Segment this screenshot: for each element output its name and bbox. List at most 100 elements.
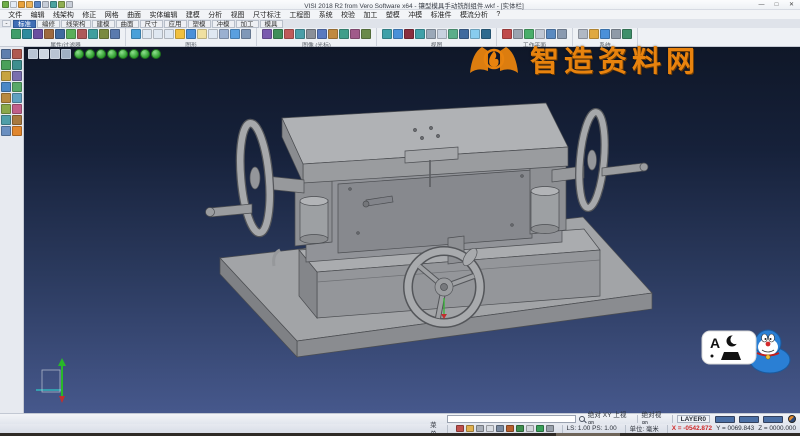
graphics-tool-icon-3[interactable] [164, 29, 174, 39]
sidebar-tool-11[interactable] [1, 104, 11, 114]
filter-tool-icon-5[interactable] [66, 29, 76, 39]
menu-item-5[interactable]: 曲面 [123, 10, 145, 20]
view-list-icon[interactable] [28, 49, 38, 59]
menu-item-19[interactable]: ? [492, 11, 504, 18]
graphics-tool-icon-7[interactable] [208, 29, 218, 39]
sidebar-tool-1[interactable] [1, 49, 11, 59]
filter-tool-icon-1[interactable] [22, 29, 32, 39]
new-file-icon[interactable] [2, 1, 9, 8]
layer-indicator[interactable]: LAYER0 [677, 415, 710, 423]
snap-gray-icon[interactable] [476, 425, 484, 432]
snap-pale-icon[interactable] [526, 425, 534, 432]
view-rotate-4-icon[interactable] [107, 49, 117, 59]
graphics-tool-icon-0[interactable] [131, 29, 141, 39]
import-icon[interactable] [26, 1, 33, 8]
image-tool-icon-7[interactable] [339, 29, 349, 39]
grid-icon[interactable] [546, 425, 554, 432]
snap-slate-icon[interactable] [496, 425, 504, 432]
view-select-icon[interactable] [61, 49, 71, 59]
save-as-icon[interactable] [42, 1, 49, 8]
view-rotate-8-icon[interactable] [151, 49, 161, 59]
filter-tool-icon-0[interactable] [11, 29, 21, 39]
sidebar-tool-15[interactable] [1, 126, 11, 136]
save-icon[interactable] [34, 1, 41, 8]
graphics-tool-icon-4[interactable] [175, 29, 185, 39]
toolbar-tab-6[interactable]: 应用 [164, 20, 187, 28]
toolbar-tab-4[interactable]: 曲面 [116, 20, 139, 28]
sidebar-tool-7[interactable] [1, 82, 11, 92]
menu-item-15[interactable]: 塑模 [382, 10, 404, 20]
menu-item-7[interactable]: 建模 [182, 10, 204, 20]
units-indicator[interactable]: 单位: 毫米 [630, 424, 659, 433]
menu-item-12[interactable]: 系统 [315, 10, 337, 20]
image-tool-icon-8[interactable] [350, 29, 360, 39]
toolbar-collapse-button[interactable]: - [2, 20, 11, 27]
print-icon[interactable] [50, 1, 57, 8]
view-tool-icon-0[interactable] [382, 29, 392, 39]
menu-item-4[interactable]: 网格 [101, 10, 123, 20]
graphics-tool-icon-6[interactable] [197, 29, 207, 39]
redo-icon[interactable] [66, 1, 73, 8]
layer-color-chip-2[interactable] [763, 416, 783, 423]
menu-item-17[interactable]: 标准件 [426, 10, 455, 20]
menu-item-13[interactable]: 校验 [337, 10, 359, 20]
sidebar-tool-10[interactable] [12, 93, 22, 103]
sidebar-tool-12[interactable] [12, 104, 22, 114]
image-tool-icon-1[interactable] [273, 29, 283, 39]
view-wireframe-icon[interactable] [50, 49, 60, 59]
view-rotate-2-icon[interactable] [85, 49, 95, 59]
toolbar-tab-1[interactable]: 编修 [37, 20, 60, 28]
sidebar-tool-4[interactable] [12, 60, 22, 70]
undo-icon[interactable] [58, 1, 65, 8]
snap-red-icon[interactable] [456, 425, 464, 432]
graphics-tool-icon-1[interactable] [142, 29, 152, 39]
view-rotate-1-icon[interactable] [74, 49, 84, 59]
open-folder-icon[interactable] [18, 1, 25, 8]
image-tool-icon-6[interactable] [328, 29, 338, 39]
filter-tool-icon-8[interactable] [99, 29, 109, 39]
menu-item-16[interactable]: 冲模 [404, 10, 426, 20]
view-tool-icon-3[interactable] [415, 29, 425, 39]
menu-item-18[interactable]: 模流分析 [456, 10, 492, 20]
toolbar-tab-0[interactable]: 标准 [13, 20, 36, 28]
menu-item-14[interactable]: 加工 [359, 10, 381, 20]
viewport-3d[interactable] [24, 47, 800, 413]
sidebar-tool-9[interactable] [1, 93, 11, 103]
sidebar-tool-14[interactable] [12, 115, 22, 125]
snap-light-icon[interactable] [486, 425, 494, 432]
toolbar-tab-2[interactable]: 线架构 [61, 20, 91, 28]
toolbar-tab-9[interactable]: 加工 [236, 20, 259, 28]
image-tool-icon-9[interactable] [361, 29, 371, 39]
graphics-tool-icon-9[interactable] [230, 29, 240, 39]
sidebar-tool-3[interactable] [1, 60, 11, 70]
status-search-input[interactable] [447, 415, 576, 423]
menu-item-3[interactable]: 修正 [78, 10, 100, 20]
sidebar-tool-5[interactable] [1, 71, 11, 81]
filter-tool-icon-6[interactable] [77, 29, 87, 39]
snap-green-icon[interactable] [516, 425, 524, 432]
layer-color-chip-0[interactable] [715, 416, 735, 423]
filter-tool-icon-7[interactable] [88, 29, 98, 39]
menu-item-9[interactable]: 视图 [226, 10, 248, 20]
menu-item-2[interactable]: 线架构 [49, 10, 78, 20]
menu-item-0[interactable]: 文件 [4, 10, 26, 20]
graphics-tool-icon-10[interactable] [241, 29, 251, 39]
image-tool-icon-4[interactable] [306, 29, 316, 39]
view-tool-icon-6[interactable] [448, 29, 458, 39]
view-tool-icon-1[interactable] [393, 29, 403, 39]
view-tool-icon-5[interactable] [437, 29, 447, 39]
view-rotate-3-icon[interactable] [96, 49, 106, 59]
toolbar-tab-10[interactable]: 模具 [260, 20, 283, 28]
ime-widget[interactable]: A [700, 326, 794, 374]
snap-orange-icon[interactable] [506, 425, 514, 432]
view-rotate-6-icon[interactable] [129, 49, 139, 59]
snap-yellow-icon[interactable] [466, 425, 474, 432]
image-tool-icon-5[interactable] [317, 29, 327, 39]
image-tool-icon-0[interactable] [262, 29, 272, 39]
filter-tool-icon-2[interactable] [33, 29, 43, 39]
graphics-tool-icon-8[interactable] [219, 29, 229, 39]
ime-letter[interactable]: A [710, 335, 720, 351]
menu-item-6[interactable]: 实体编辑 [145, 10, 181, 20]
sidebar-tool-6[interactable] [12, 71, 22, 81]
view-shade-icon[interactable] [39, 49, 49, 59]
